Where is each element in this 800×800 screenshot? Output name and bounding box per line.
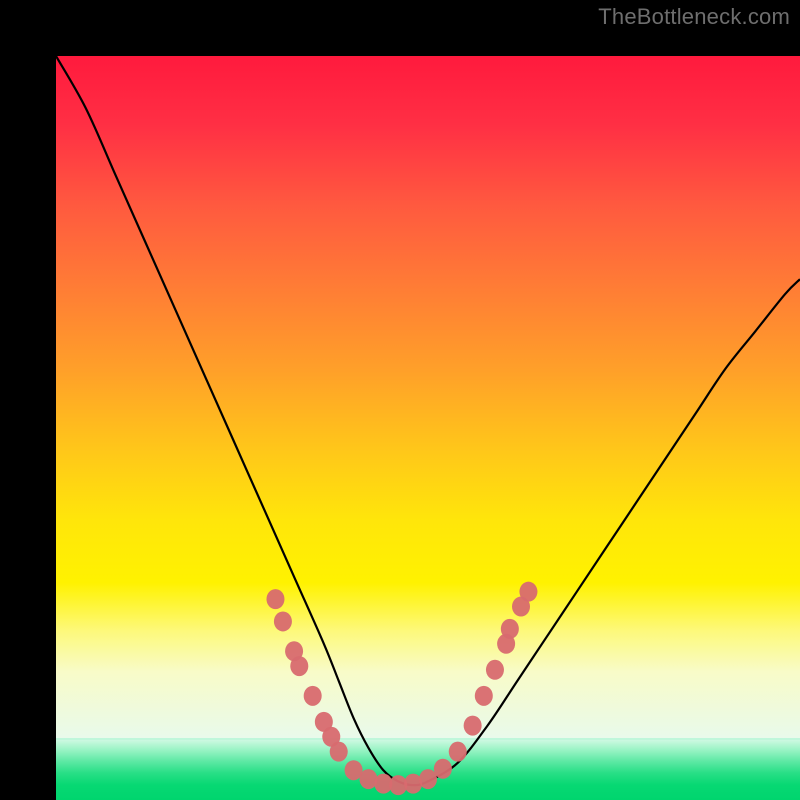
curve-markers — [266, 582, 537, 795]
curve-marker — [449, 742, 467, 762]
curve-marker — [330, 742, 348, 762]
curve-marker — [266, 589, 284, 609]
chart-svg — [56, 56, 800, 800]
curve-marker — [419, 769, 437, 789]
chart-frame — [0, 0, 800, 800]
curve-marker — [434, 759, 452, 779]
curve-marker — [519, 582, 537, 602]
curve-marker — [486, 660, 504, 680]
curve-marker — [501, 619, 519, 639]
bottleneck-curve — [56, 56, 800, 785]
watermark-text: TheBottleneck.com — [598, 4, 790, 30]
curve-marker — [475, 686, 493, 706]
curve-marker — [304, 686, 322, 706]
plot-area — [56, 56, 800, 800]
curve-marker — [274, 611, 292, 631]
curve-marker — [290, 656, 308, 676]
curve-marker — [464, 716, 482, 736]
